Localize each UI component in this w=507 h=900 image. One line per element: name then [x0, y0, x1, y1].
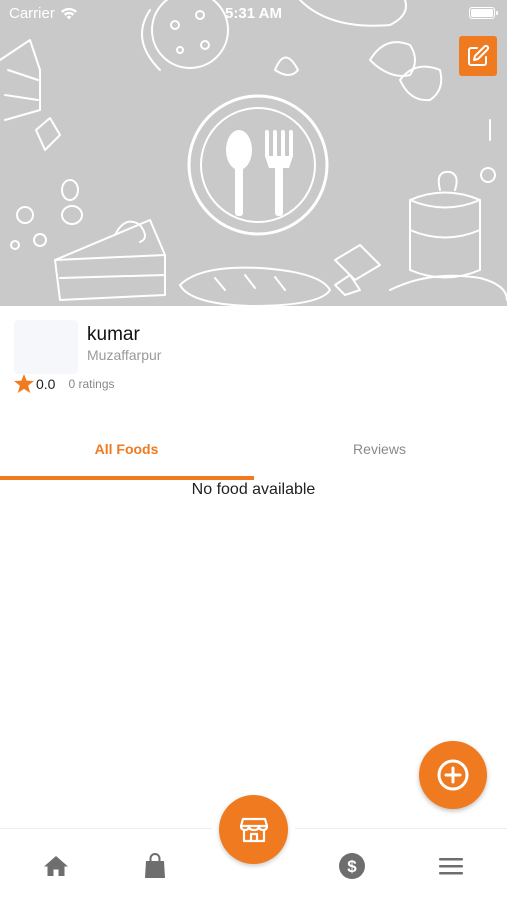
dollar-icon: $: [339, 853, 365, 879]
shop-name: kumar: [87, 324, 140, 345]
home-icon: [44, 856, 68, 876]
add-food-button[interactable]: [419, 741, 487, 809]
spoon-fork-icon: [226, 130, 293, 216]
cover-image: [0, 0, 507, 306]
tab-indicator: [0, 476, 254, 480]
ratings-count: 0 ratings: [68, 376, 115, 391]
store-icon: [239, 817, 268, 842]
status-bar: Carrier 5:31 AM: [0, 0, 507, 28]
nav-store[interactable]: [219, 795, 288, 864]
plus-circle-icon: [437, 759, 469, 791]
tab-all-foods[interactable]: All Foods: [0, 430, 253, 480]
tab-bar: All Foods Reviews: [0, 430, 507, 480]
edit-button[interactable]: [459, 36, 497, 76]
shop-profile: kumar Muzaffarpur 0.0 0 ratings: [0, 306, 507, 416]
rating-row: 0.0 0 ratings: [14, 374, 115, 393]
rating-value: 0.0: [36, 375, 56, 392]
tab-reviews[interactable]: Reviews: [253, 430, 506, 480]
battery-icon: [469, 7, 498, 19]
svg-text:$: $: [347, 857, 357, 876]
avatar: [14, 320, 78, 374]
edit-icon: [468, 44, 490, 66]
star-icon: [14, 374, 34, 393]
nav-home[interactable]: [41, 851, 71, 881]
empty-state-message: No food available: [191, 481, 316, 498]
menu-icon: [439, 858, 463, 875]
nav-earnings[interactable]: $: [337, 851, 367, 881]
nav-orders[interactable]: [140, 851, 170, 881]
shop-city: Muzaffarpur: [87, 347, 162, 363]
status-time: 5:31 AM: [225, 5, 282, 22]
shopping-bag-icon: [145, 853, 165, 878]
nav-menu[interactable]: [436, 851, 466, 881]
